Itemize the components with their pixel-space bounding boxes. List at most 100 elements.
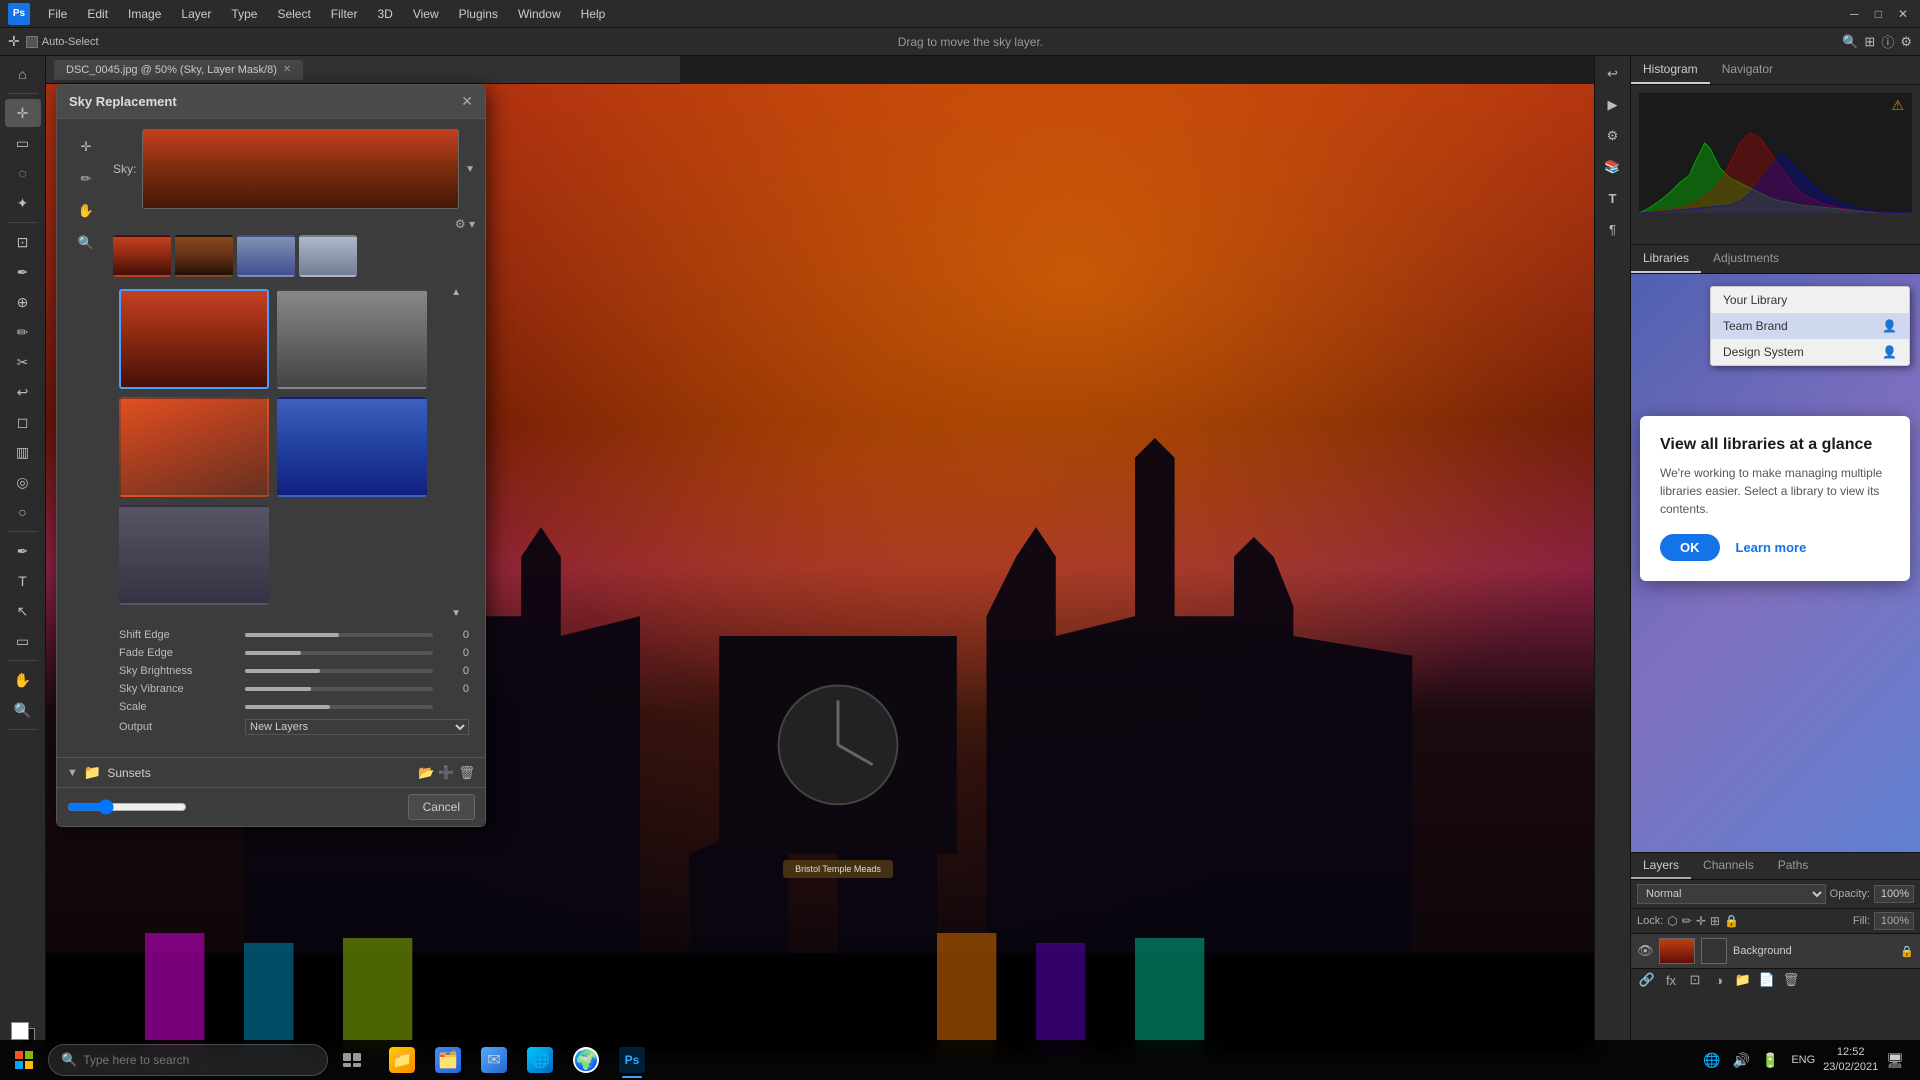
fill-value[interactable]: 100% <box>1874 912 1914 930</box>
document-tab[interactable]: DSC_0045.jpg @ 50% (Sky, Layer Mask/8) ✕ <box>54 60 303 80</box>
search-btn[interactable]: 🔍 <box>1842 34 1858 50</box>
menu-filter[interactable]: Filter <box>323 5 366 23</box>
healing-brush-btn[interactable]: ⊕ <box>5 288 41 316</box>
library-item-design-system[interactable]: Design System 👤 <box>1711 339 1909 365</box>
lock-position-icon[interactable]: ✛ <box>1696 914 1706 928</box>
tab-libraries[interactable]: Libraries <box>1631 245 1701 273</box>
lib-ok-button[interactable]: OK <box>1660 534 1720 561</box>
cancel-button[interactable]: Cancel <box>408 794 475 820</box>
crop-tool-btn[interactable]: ⊡ <box>5 228 41 256</box>
menu-window[interactable]: Window <box>510 5 569 23</box>
sky-move-tool-btn[interactable]: ✛ <box>71 133 101 161</box>
taskbar-chrome-btn[interactable]: 🌍 <box>564 1040 608 1080</box>
sky-list-item-3[interactable] <box>119 397 269 497</box>
tray-battery-icon[interactable]: 🔋 <box>1758 1052 1783 1069</box>
hand-tool-btn[interactable]: ✋ <box>5 666 41 694</box>
menu-view[interactable]: View <box>405 5 447 23</box>
eraser-btn[interactable]: ◻ <box>5 408 41 436</box>
sky-thumb-3[interactable] <box>237 235 295 277</box>
layer-new-icon[interactable]: 📄 <box>1757 972 1777 988</box>
clone-stamp-btn[interactable]: ✂ <box>5 348 41 376</box>
dodge-tool-btn[interactable]: ○ <box>5 498 41 526</box>
arrange-btn[interactable]: ⊞ <box>1864 34 1875 50</box>
show-desktop-btn[interactable]: 🖥 <box>1882 1052 1908 1069</box>
sky-thumb-2[interactable] <box>175 235 233 277</box>
layer-delete-icon[interactable]: 🗑 <box>1781 972 1801 988</box>
document-tab-close[interactable]: ✕ <box>283 64 291 75</box>
gradient-tool-btn[interactable]: ▥ <box>5 438 41 466</box>
folder-delete-icon[interactable]: 🗑 <box>458 765 475 781</box>
window-minimize-btn[interactable]: ─ <box>1846 7 1863 21</box>
menu-3d[interactable]: 3D <box>369 5 400 23</box>
taskbar-search-input[interactable] <box>83 1053 303 1067</box>
shift-edge-slider[interactable] <box>245 633 433 637</box>
opacity-value[interactable]: 100% <box>1874 885 1914 903</box>
menu-plugins[interactable]: Plugins <box>451 5 506 23</box>
properties-icon-btn[interactable]: ⚙ <box>1599 122 1627 150</box>
menu-help[interactable]: Help <box>573 5 614 23</box>
sky-dialog-close-btn[interactable]: ✕ <box>461 93 473 110</box>
sky-dropdown-arrow[interactable]: ▼ <box>465 164 475 175</box>
lock-all-icon[interactable]: 🔒 <box>1724 914 1739 928</box>
taskbar-edge-btn[interactable]: 🌐 <box>518 1040 562 1080</box>
sky-scroll-down[interactable]: ▼ <box>451 608 461 619</box>
sky-hand-tool-btn[interactable]: ✋ <box>71 197 101 225</box>
taskbar-folder2-btn[interactable]: 🗂️ <box>426 1040 470 1080</box>
history-brush-btn[interactable]: ↩ <box>5 378 41 406</box>
blend-mode-select[interactable]: Normal <box>1637 884 1826 904</box>
task-view-button[interactable] <box>332 1040 372 1080</box>
taskbar-search-box[interactable]: 🔍 <box>48 1044 328 1076</box>
magic-wand-btn[interactable]: ✦ <box>5 189 41 217</box>
history-icon-btn[interactable]: ↩ <box>1599 60 1627 88</box>
auto-select-checkbox[interactable]: Auto-Select <box>26 36 99 48</box>
sky-list-item-1[interactable] <box>119 289 269 389</box>
window-close-btn[interactable]: ✕ <box>1894 7 1912 21</box>
taskbar-explorer-btn[interactable]: 📁 <box>380 1040 424 1080</box>
lib-learn-more-link[interactable]: Learn more <box>1736 540 1807 555</box>
brush-tool-btn[interactable]: ✏ <box>5 318 41 346</box>
type-icon-btn[interactable]: T <box>1599 184 1627 212</box>
taskbar-photoshop-btn[interactable]: Ps <box>610 1040 654 1080</box>
menu-file[interactable]: File <box>40 5 75 23</box>
menu-layer[interactable]: Layer <box>173 5 219 23</box>
scale-slider[interactable] <box>245 705 433 709</box>
lock-artboard-icon[interactable]: ⊞ <box>1710 914 1720 928</box>
blur-tool-btn[interactable]: ◎ <box>5 468 41 496</box>
shape-tool-btn[interactable]: ▭ <box>5 627 41 655</box>
library-item-your-library[interactable]: Your Library <box>1711 287 1909 313</box>
start-button[interactable] <box>4 1040 44 1080</box>
sky-list-item-2[interactable] <box>277 289 427 389</box>
sky-list-item-4[interactable] <box>277 397 427 497</box>
folder-add-icon[interactable]: ➕ <box>438 765 454 781</box>
layer-group-icon[interactable]: 📁 <box>1733 972 1753 988</box>
sky-gear-btn[interactable]: ⚙ ▾ <box>455 217 475 231</box>
taskbar-mail-btn[interactable]: ✉ <box>472 1040 516 1080</box>
tray-clock[interactable]: 12:52 23/02/2021 <box>1823 1045 1878 1076</box>
menu-select[interactable]: Select <box>269 5 318 23</box>
sky-slider-bottom[interactable] <box>67 799 187 815</box>
tab-adjustments[interactable]: Adjustments <box>1701 245 1791 273</box>
settings-btn[interactable]: ⚙ <box>1900 34 1912 50</box>
layer-item-background[interactable]: 👁 Background 🔒 <box>1631 934 1920 968</box>
home-tool-btn[interactable]: ⌂ <box>5 60 41 88</box>
tray-volume-icon[interactable]: 🔊 <box>1728 1052 1753 1069</box>
layer-fx-icon[interactable]: fx <box>1661 973 1681 988</box>
sky-zoom-tool-btn[interactable]: 🔍 <box>71 229 101 257</box>
layer-mask-icon[interactable]: ⊡ <box>1685 972 1705 988</box>
actions-icon-btn[interactable]: ▶ <box>1599 91 1627 119</box>
eyedropper-btn[interactable]: ✒ <box>5 258 41 286</box>
type-tool-btn[interactable]: T <box>5 567 41 595</box>
menu-edit[interactable]: Edit <box>79 5 116 23</box>
lock-transparent-icon[interactable]: ⬡ <box>1667 914 1677 928</box>
path-select-btn[interactable]: ↖ <box>5 597 41 625</box>
layer-visibility-icon[interactable]: 👁 <box>1637 943 1653 959</box>
selection-tool-btn[interactable]: ▭ <box>5 129 41 157</box>
sky-brush-tool-btn[interactable]: ✏ <box>71 165 101 193</box>
sky-preview-btn[interactable] <box>142 129 459 209</box>
folder-toggle-btn[interactable]: ▼ <box>67 767 78 779</box>
tray-network-icon[interactable]: 🌐 <box>1699 1052 1724 1069</box>
sky-scroll-up[interactable]: ▲ <box>451 287 461 298</box>
sky-scroll-list[interactable] <box>113 283 475 623</box>
para-icon-btn[interactable]: ¶ <box>1599 215 1627 243</box>
fade-edge-slider[interactable] <box>245 651 433 655</box>
